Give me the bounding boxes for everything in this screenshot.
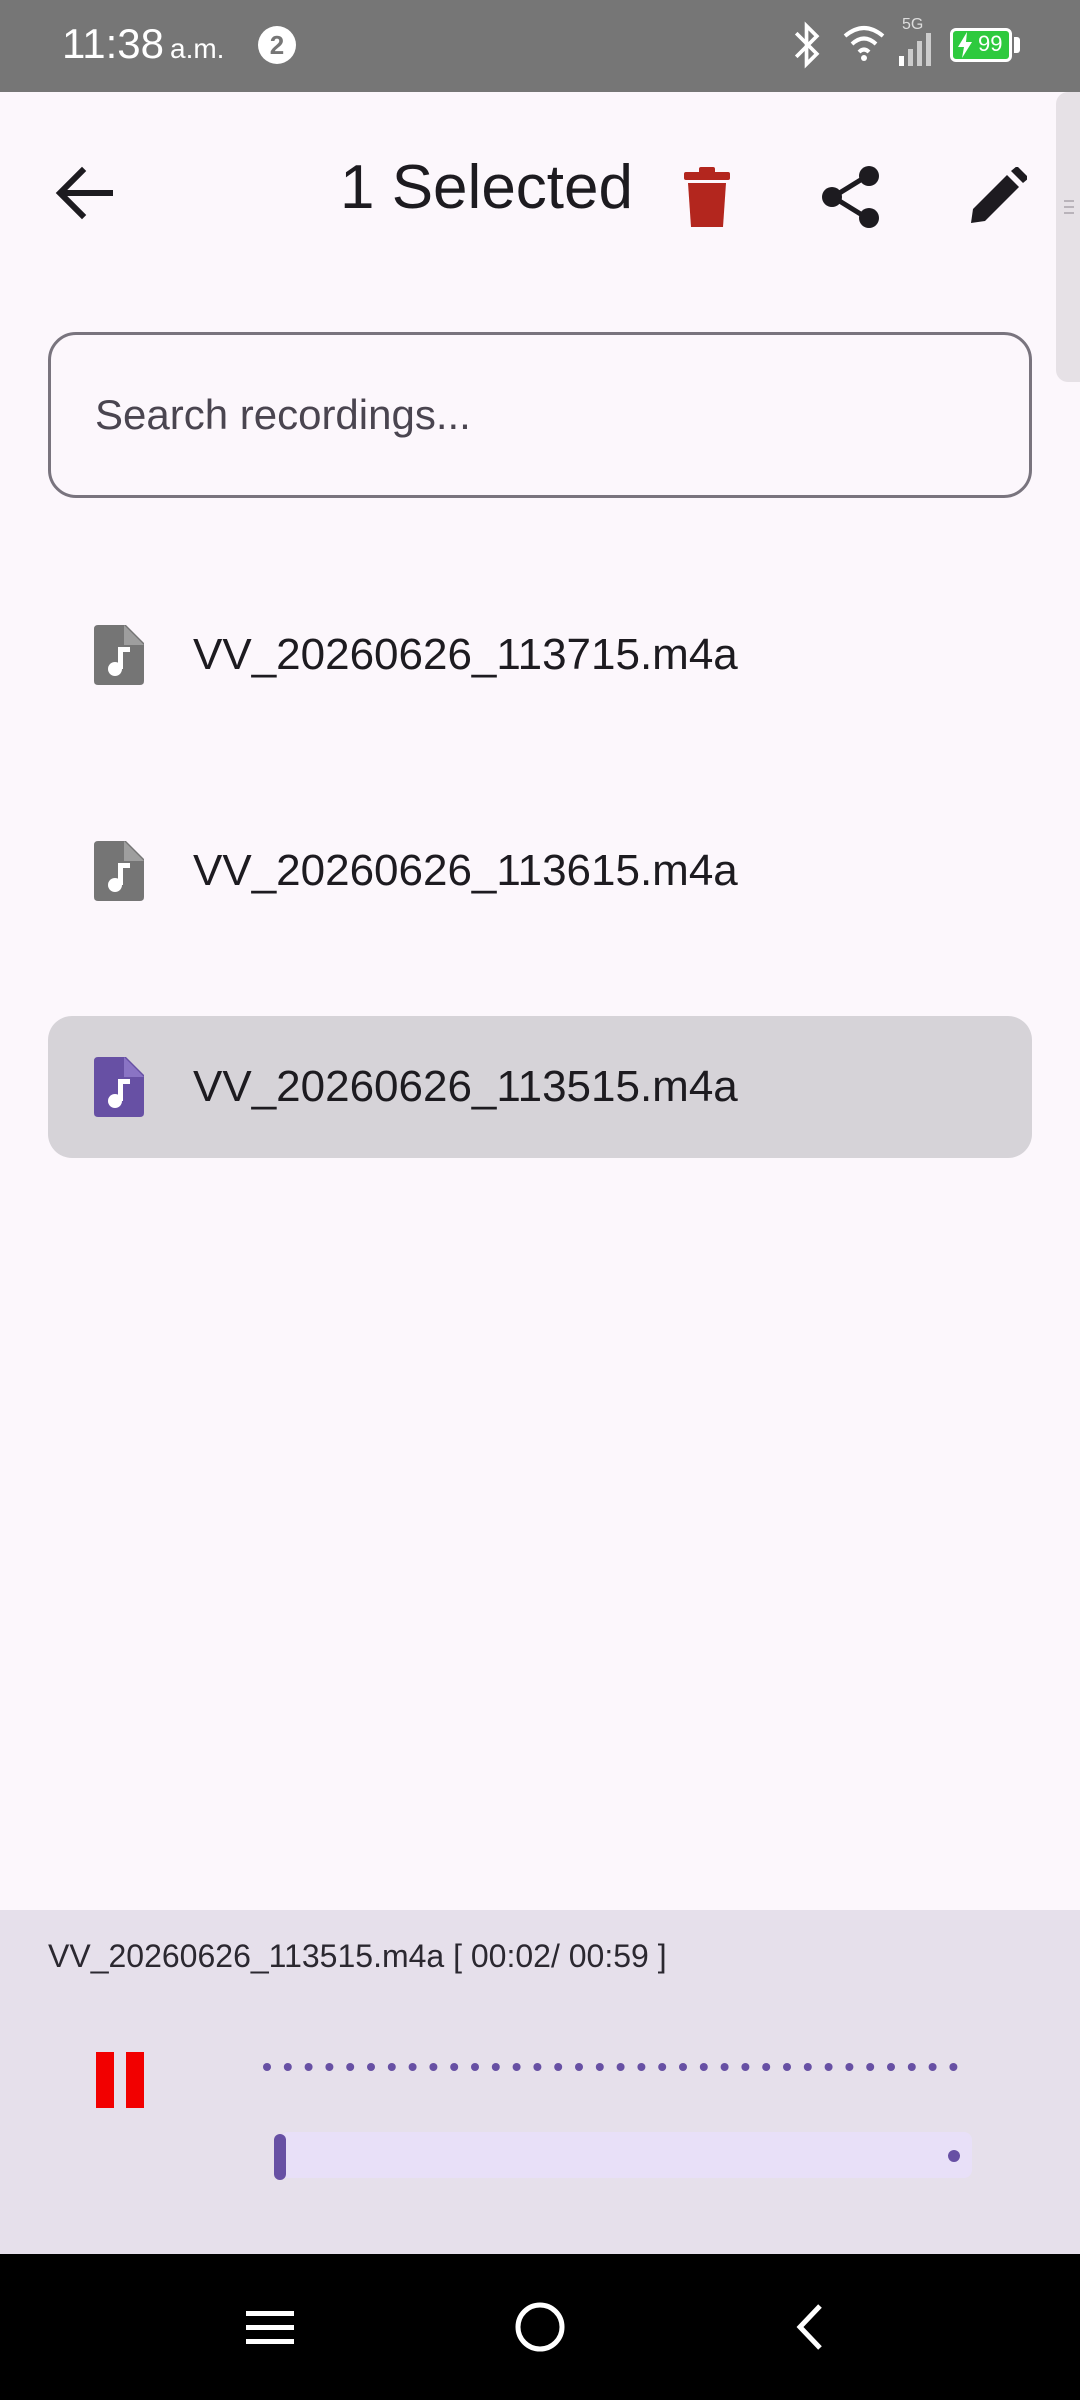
pause-icon-bar-left — [96, 2052, 114, 2108]
waveform-dot — [866, 2063, 875, 2071]
battery-level: 99 — [978, 31, 1003, 56]
waveform-dot — [616, 2063, 625, 2071]
waveform-dot — [429, 2063, 438, 2071]
recording-item[interactable]: VV_20260626_113715.m4a — [48, 584, 1032, 726]
waveform-dot — [533, 2063, 542, 2071]
charging-bolt-icon — [958, 32, 972, 58]
pause-button[interactable] — [90, 2040, 150, 2120]
nav-back-button[interactable] — [770, 2292, 850, 2362]
status-time-value: 11:38 — [62, 20, 164, 67]
back-button[interactable] — [40, 150, 130, 240]
audio-file-icon — [94, 1057, 144, 1117]
audio-file-icon — [94, 841, 144, 901]
search-input[interactable] — [48, 332, 1032, 498]
seek-bar[interactable] — [280, 2132, 972, 2178]
waveform-dot — [928, 2063, 937, 2071]
home-icon — [515, 2302, 565, 2352]
waveform-dot — [325, 2063, 334, 2071]
delete-icon — [684, 167, 730, 227]
waveform-dot — [658, 2063, 667, 2071]
pause-icon-bar-right — [126, 2052, 144, 2108]
waveform-dot — [491, 2063, 500, 2071]
waveform-dot — [637, 2063, 646, 2071]
waveform-dot — [720, 2063, 729, 2071]
back-icon — [796, 2304, 822, 2350]
share-icon — [822, 166, 879, 228]
waveform-dot — [741, 2063, 750, 2071]
audio-player: VV_20260626_113515.m4a [ 00:02/ 00:59 ] — [0, 1910, 1080, 2254]
share-button[interactable] — [806, 152, 896, 242]
bluetooth-icon — [794, 21, 820, 69]
navigation-bar — [0, 2254, 1080, 2400]
recording-name: VV_20260626_113715.m4a — [193, 630, 738, 679]
seek-thumb[interactable] — [274, 2134, 286, 2180]
nav-home-button[interactable] — [500, 2292, 580, 2362]
waveform-dot — [450, 2063, 459, 2071]
waveform — [263, 2063, 958, 2071]
app-bar: 1 Selected — [0, 92, 1080, 282]
waveform-dot — [346, 2063, 355, 2071]
page-title: 1 Selected — [340, 153, 633, 222]
nav-menu-button[interactable] — [230, 2292, 310, 2362]
waveform-dot — [762, 2063, 771, 2071]
waveform-dot — [949, 2063, 958, 2071]
status-time-ampm: a.m. — [170, 33, 225, 64]
waveform-dot — [887, 2063, 895, 2071]
waveform-dot — [408, 2063, 417, 2071]
edit-icon — [971, 167, 1027, 223]
battery-cap — [1014, 37, 1020, 53]
waveform-dot — [783, 2063, 791, 2071]
waveform-dot — [679, 2063, 687, 2071]
waveform-dot — [824, 2063, 833, 2071]
waveform-dot — [471, 2063, 479, 2071]
menu-icon — [246, 2311, 294, 2344]
status-bar: 11:38 a.m. 2 5G 99 — [0, 0, 1080, 92]
arrow-left-icon — [55, 166, 113, 220]
waveform-dot — [845, 2063, 854, 2071]
recording-name: VV_20260626_113615.m4a — [193, 846, 738, 895]
waveform-dot — [367, 2063, 375, 2071]
waveform-dot — [907, 2063, 916, 2071]
waveform-dot — [387, 2063, 396, 2071]
waveform-dot — [283, 2063, 292, 2071]
now-playing-label: VV_20260626_113515.m4a [ 00:02/ 00:59 ] — [48, 1938, 667, 1974]
recording-item[interactable]: VV_20260626_113615.m4a — [48, 800, 1032, 942]
delete-button[interactable] — [662, 152, 752, 242]
recording-name: VV_20260626_113515.m4a — [193, 1062, 738, 1111]
waveform-dot — [304, 2063, 313, 2071]
waveform-dot — [263, 2063, 271, 2071]
status-time: 11:38 a.m. — [62, 20, 224, 68]
waveform-dot — [595, 2063, 604, 2071]
edit-button[interactable] — [952, 152, 1042, 242]
waveform-dot — [699, 2063, 708, 2071]
waveform-dot — [575, 2063, 583, 2071]
recording-item-selected[interactable]: VV_20260626_113515.m4a — [48, 1016, 1032, 1158]
wifi-icon — [843, 26, 885, 61]
waveform-dot — [554, 2063, 563, 2071]
waveform-dot — [803, 2063, 812, 2071]
waveform-dot — [512, 2063, 521, 2071]
notification-badge: 2 — [258, 26, 296, 64]
audio-file-icon — [94, 625, 144, 685]
signal-icon — [899, 33, 931, 66]
seek-end-dot — [948, 2150, 960, 2162]
